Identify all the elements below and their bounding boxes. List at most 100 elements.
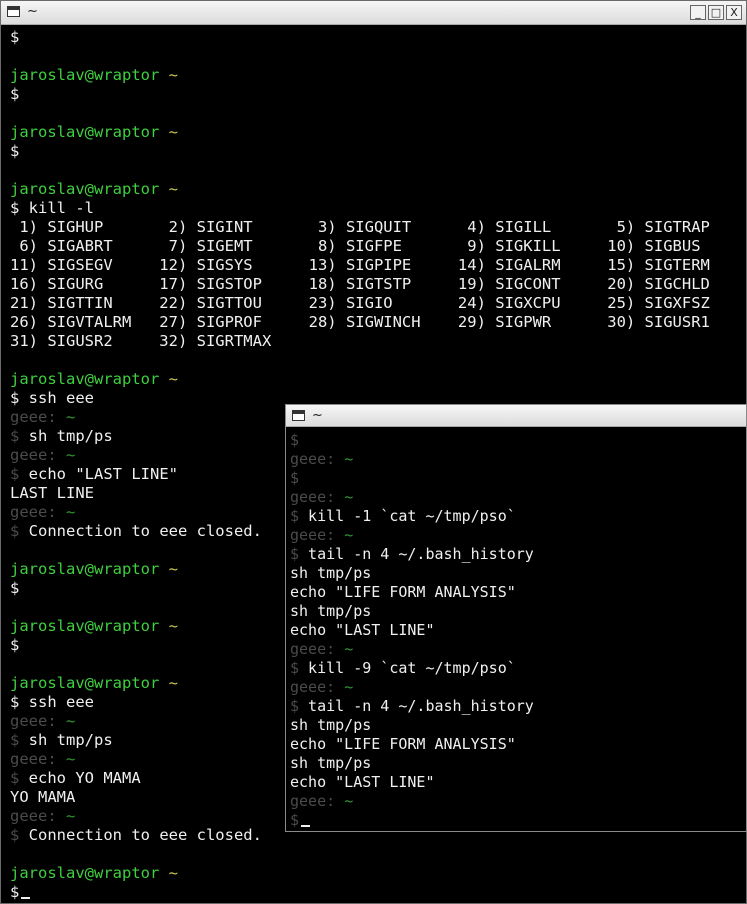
- terminal-line: jaroslav@wraptor ~: [10, 370, 740, 389]
- command-output: sh tmp/ps: [290, 564, 372, 582]
- prompt-directory: ~: [168, 66, 178, 84]
- prompt-user-host: jaroslav@wraptor: [10, 370, 160, 388]
- prompt-symbol: $: [290, 469, 300, 487]
- prompt-directory: ~: [344, 640, 354, 658]
- terminal-line: jaroslav@wraptor ~: [10, 180, 740, 199]
- command-line: $ kill -l: [10, 199, 94, 217]
- prompt-symbol: $: [10, 769, 20, 787]
- command-line: kill -1 `cat ~/tmp/pso`: [299, 507, 516, 525]
- terminal-line: echo "LIFE FORM ANALYSIS": [290, 583, 740, 602]
- prompt-user-host: jaroslav@wraptor: [10, 674, 160, 692]
- prompt-remote-host: geee:: [290, 678, 336, 696]
- prompt-symbol: $: [290, 507, 300, 525]
- prompt-remote-host: geee:: [290, 526, 336, 544]
- terminal-line: $: [290, 469, 740, 488]
- prompt-remote-host: geee:: [10, 503, 57, 521]
- terminal-line: 16) SIGURG 17) SIGSTOP 18) SIGTSTP 19) S…: [10, 275, 740, 294]
- prompt-directory: ~: [168, 560, 178, 578]
- command-output: echo "LAST LINE": [290, 773, 435, 791]
- prompt-directory: ~: [344, 792, 354, 810]
- prompt-directory: ~: [66, 446, 76, 464]
- command-line: echo "LAST LINE": [19, 465, 178, 483]
- command-line: $: [10, 142, 20, 160]
- command-output: 31) SIGUSR2 32) SIGRTMAX: [10, 332, 272, 350]
- command-line: $ ssh eee: [10, 693, 94, 711]
- terminal-line: 11) SIGSEGV 12) SIGSYS 13) SIGPIPE 14) S…: [10, 256, 740, 275]
- terminal-line: $: [290, 431, 740, 450]
- terminal-line: sh tmp/ps: [290, 716, 740, 735]
- minimize-button[interactable]: _: [690, 5, 706, 20]
- prompt-remote-host: geee:: [10, 408, 57, 426]
- terminal-line: geee: ~: [290, 678, 740, 697]
- terminal-line: $ kill -9 `cat ~/tmp/pso`: [290, 659, 740, 678]
- window-controls: _ □ X: [690, 5, 742, 20]
- terminal-line: sh tmp/ps: [290, 754, 740, 773]
- terminal-line: 21) SIGTTIN 22) SIGTTOU 23) SIGIO 24) SI…: [10, 294, 740, 313]
- command-output: 16) SIGURG 17) SIGSTOP 18) SIGTSTP 19) S…: [10, 275, 710, 293]
- prompt-remote-host: geee:: [10, 712, 57, 730]
- prompt-directory: ~: [168, 123, 178, 141]
- prompt-user-host: jaroslav@wraptor: [10, 66, 160, 84]
- prompt-symbol: $: [290, 811, 300, 829]
- terminal-line: 26) SIGVTALRM 27) SIGPROF 28) SIGWINCH 2…: [10, 313, 740, 332]
- titlebar[interactable]: ~ _ □ X: [1, 1, 746, 25]
- command-line: sh tmp/ps: [19, 427, 113, 445]
- terminal-line: sh tmp/ps: [290, 602, 740, 621]
- command-output: sh tmp/ps: [290, 754, 372, 772]
- prompt-user-host: jaroslav@wraptor: [10, 560, 160, 578]
- command-line: $: [10, 636, 20, 654]
- titlebar[interactable]: ~: [286, 405, 746, 427]
- prompt-remote-host: geee:: [290, 792, 336, 810]
- terminal-icon: [7, 6, 20, 17]
- text-cursor: [21, 897, 31, 899]
- prompt-directory: ~: [168, 617, 178, 635]
- terminal-line: $ tail -n 4 ~/.bash_history: [290, 697, 740, 716]
- prompt-directory: ~: [168, 370, 178, 388]
- command-line: tail -n 4 ~/.bash_history: [299, 697, 534, 715]
- terminal-line: jaroslav@wraptor ~: [10, 123, 740, 142]
- maximize-button[interactable]: □: [708, 5, 724, 20]
- terminal-output[interactable]: $ geee: ~ $ geee: ~ $ kill -1 `cat ~/tmp/pso…: [290, 431, 740, 831]
- command-line: tail -n 4 ~/.bash_history: [299, 545, 534, 563]
- prompt-remote-host: geee:: [10, 750, 57, 768]
- terminal-line: echo "LIFE FORM ANALYSIS": [290, 735, 740, 754]
- prompt-directory: ~: [66, 807, 76, 825]
- command-line: sh tmp/ps: [19, 731, 113, 749]
- prompt-directory: ~: [344, 678, 354, 696]
- terminal-line: 1) SIGHUP 2) SIGINT 3) SIGQUIT 4) SIGILL…: [10, 218, 740, 237]
- terminal-line: $: [10, 883, 740, 902]
- terminal-line: $: [290, 811, 740, 830]
- prompt-remote-host: geee:: [290, 450, 336, 468]
- terminal-line: 31) SIGUSR2 32) SIGRTMAX: [10, 332, 740, 351]
- close-button[interactable]: X: [726, 5, 742, 20]
- terminal-line: $ kill -1 `cat ~/tmp/pso`: [290, 507, 740, 526]
- command-output: echo "LAST LINE": [290, 621, 435, 639]
- terminal-window-secondary[interactable]: ~ $ geee: ~ $ geee: ~ $ kill -1 `cat ~/tmp/p…: [285, 404, 747, 832]
- terminal-line: geee: ~: [290, 640, 740, 659]
- terminal-line: geee: ~: [290, 488, 740, 507]
- terminal-line: echo "LAST LINE": [290, 621, 740, 640]
- command-line: Connection to eee closed.: [19, 522, 262, 540]
- prompt-directory: ~: [66, 712, 76, 730]
- terminal-line: $: [10, 142, 740, 161]
- command-output: sh tmp/ps: [290, 602, 372, 620]
- command-output: echo "LIFE FORM ANALYSIS": [290, 735, 516, 753]
- prompt-directory: ~: [168, 180, 178, 198]
- command-line: kill -9 `cat ~/tmp/pso`: [299, 659, 516, 677]
- command-line: $: [10, 85, 20, 103]
- window-title: ~: [27, 4, 38, 19]
- prompt-directory: ~: [344, 526, 354, 544]
- terminal-line: echo "LAST LINE": [290, 773, 740, 792]
- prompt-symbol: $: [10, 427, 20, 445]
- command-output: sh tmp/ps: [290, 716, 372, 734]
- command-line: $: [10, 579, 20, 597]
- prompt-symbol: $: [10, 522, 20, 540]
- terminal-line: jaroslav@wraptor ~: [10, 66, 740, 85]
- prompt-remote-host: geee:: [10, 807, 57, 825]
- prompt-directory: ~: [344, 488, 354, 506]
- command-line: echo YO MAMA: [19, 769, 141, 787]
- prompt-symbol: $: [10, 731, 20, 749]
- command-output: 11) SIGSEGV 12) SIGSYS 13) SIGPIPE 14) S…: [10, 256, 710, 274]
